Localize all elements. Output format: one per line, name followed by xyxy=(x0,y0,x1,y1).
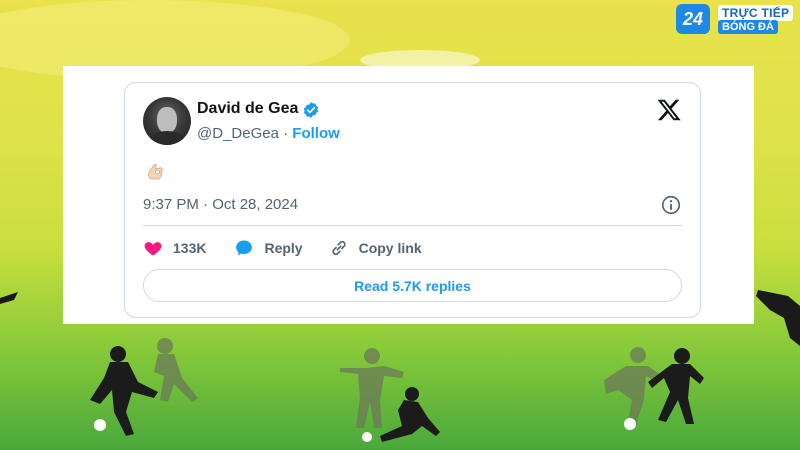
tweet-actions: 133K Reply Copy link xyxy=(143,236,422,260)
tweet-timestamp[interactable]: 9:37 PM · Oct 28, 2024 xyxy=(143,196,298,213)
x-logo-icon[interactable] xyxy=(656,97,682,123)
avatar-body xyxy=(149,131,185,145)
site-logo-badge: 24 xyxy=(676,4,710,34)
site-logo-line2: BÓNG ĐÁ xyxy=(718,20,778,34)
handle-row: @D_DeGea · Follow xyxy=(197,125,340,142)
site-logo-line1: TRỰC TIẾP xyxy=(718,5,794,21)
verified-badge-icon xyxy=(303,102,319,118)
avatar[interactable] xyxy=(143,97,191,145)
ok-hand-emoji-icon xyxy=(148,163,163,180)
author-handle[interactable]: @D_DeGea xyxy=(197,125,279,142)
info-icon[interactable] xyxy=(660,194,682,216)
avatar-face xyxy=(157,107,177,133)
read-replies-button[interactable]: Read 5.7K replies xyxy=(143,269,682,302)
site-logo: 24 TRỰC TIẾP BÓNG ĐÁ xyxy=(676,4,796,34)
follow-link[interactable]: Follow xyxy=(292,125,340,142)
reply-bubble-icon xyxy=(236,240,253,256)
author-name[interactable]: David de Gea xyxy=(197,100,298,118)
heart-icon xyxy=(144,242,162,256)
handle-separator: · xyxy=(278,125,293,142)
copy-link-label: Copy link xyxy=(358,240,422,256)
tweet-card: David de Gea @D_DeGea · Follow 9:37 PM ·… xyxy=(124,82,701,318)
reply-label: Reply xyxy=(264,240,303,256)
link-icon xyxy=(331,240,346,256)
like-button[interactable]: 133K xyxy=(143,238,206,258)
likes-count: 133K xyxy=(173,240,207,256)
reply-button[interactable]: Reply xyxy=(234,238,303,258)
divider xyxy=(143,225,682,226)
copy-link-button[interactable]: Copy link xyxy=(329,238,422,258)
